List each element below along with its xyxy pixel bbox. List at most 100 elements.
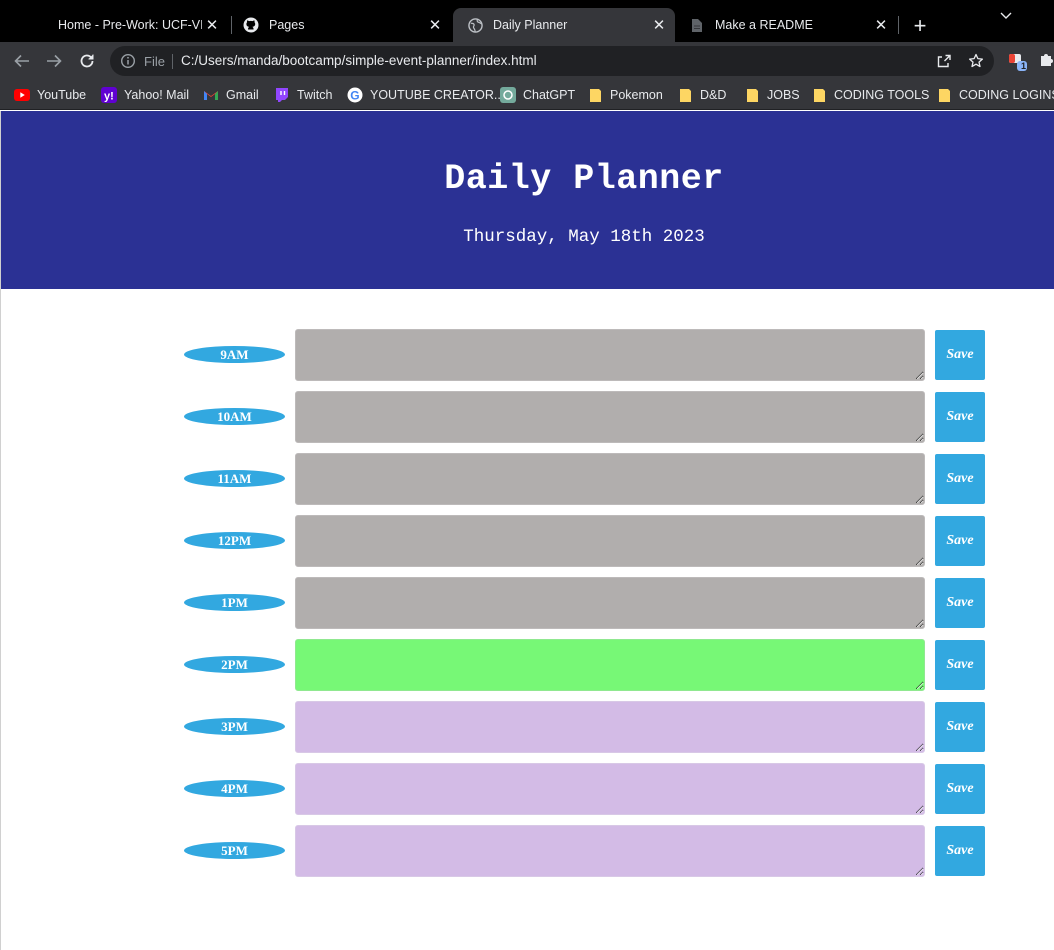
share-icon[interactable] — [936, 53, 952, 69]
twitch-icon — [274, 87, 290, 103]
save-button[interactable]: Save — [935, 392, 985, 442]
tab-daily-planner[interactable]: Daily Planner ✕ — [453, 8, 675, 42]
folder-icon — [744, 87, 760, 103]
chevron-down-icon[interactable] — [994, 6, 1018, 26]
bookmark-yahoo-mail[interactable]: y! Yahoo! Mail — [101, 85, 189, 105]
bookmark-label: D&D — [700, 88, 727, 102]
svg-text:G: G — [350, 89, 359, 103]
bookmark-folder-dnd[interactable]: D&D — [677, 85, 726, 105]
event-description-input[interactable] — [295, 577, 925, 629]
event-description-input[interactable] — [295, 825, 925, 877]
save-button[interactable]: Save — [935, 516, 985, 566]
bookmark-folder-coding-tools[interactable]: CODING TOOLS — [811, 85, 929, 105]
save-button[interactable]: Save — [935, 330, 985, 380]
url-text[interactable]: C:/Users/manda/bootcamp/simple-event-pla… — [181, 53, 537, 68]
save-button[interactable]: Save — [935, 640, 985, 690]
bookmarks-bar: YouTube y! Yahoo! Mail Gmail Twitch G YO… — [0, 80, 1054, 110]
event-description-input[interactable] — [295, 701, 925, 753]
bookmark-label: Yahoo! Mail — [124, 88, 190, 102]
star-icon[interactable] — [968, 53, 984, 69]
address-bar[interactable]: File C:/Users/manda/bootcamp/simple-even… — [110, 46, 994, 76]
time-block-2pm: 2PM Save — [1, 639, 1054, 691]
hour-label: 2PM — [184, 656, 285, 673]
bookmark-twitch[interactable]: Twitch — [274, 85, 332, 105]
forward-arrow-icon[interactable] — [42, 49, 66, 73]
youtube-icon — [14, 87, 30, 103]
planner-header: Daily Planner Thursday, May 18th 2023 — [1, 111, 1054, 289]
event-description-input[interactable] — [295, 639, 925, 691]
bookmark-label: Pokemon — [610, 88, 663, 102]
hour-label: 11AM — [184, 470, 285, 487]
browser-toolbar: File C:/Users/manda/bootcamp/simple-even… — [0, 42, 1054, 80]
hour-label: 12PM — [184, 532, 285, 549]
event-description-input[interactable] — [295, 453, 925, 505]
browser-tab-strip: Home - Pre-Work: UCF-VIRT-F ✕ Pages ✕ Da… — [0, 0, 1054, 42]
bookmark-gmail[interactable]: Gmail — [203, 85, 259, 105]
close-icon[interactable]: ✕ — [871, 15, 891, 35]
chatgpt-icon — [500, 87, 516, 103]
tab-divider — [898, 16, 899, 34]
time-block-5pm: 5PM Save — [1, 825, 1054, 877]
back-arrow-icon[interactable] — [10, 49, 34, 73]
save-button[interactable]: Save — [935, 826, 985, 876]
globe-icon — [467, 17, 483, 33]
folder-icon — [587, 87, 603, 103]
bookmark-chatgpt[interactable]: ChatGPT — [500, 85, 575, 105]
tab-pages[interactable]: Pages ✕ — [229, 8, 451, 42]
extension-badge: 1 — [1020, 61, 1026, 71]
bookmark-label: Twitch — [297, 88, 333, 102]
gmail-icon — [203, 87, 219, 103]
bookmark-youtube-creator[interactable]: G YOUTUBE CREATOR... — [347, 85, 504, 105]
time-block-10am: 10AM Save — [1, 391, 1054, 443]
hour-label: 4PM — [184, 780, 285, 797]
current-date: Thursday, May 18th 2023 — [463, 227, 705, 247]
time-block-4pm: 4PM Save — [1, 763, 1054, 815]
save-button[interactable]: Save — [935, 702, 985, 752]
scheme-label: File — [144, 54, 165, 69]
extension-icon[interactable]: 1 — [1006, 50, 1028, 72]
hour-label: 5PM — [184, 842, 285, 859]
bookmark-label: CODING TOOLS — [834, 88, 930, 102]
time-block-3pm: 3PM Save — [1, 701, 1054, 753]
bookmark-folder-pokemon[interactable]: Pokemon — [587, 85, 663, 105]
tab-title: Make a README — [715, 18, 813, 32]
hour-label: 3PM — [184, 718, 285, 735]
save-button[interactable]: Save — [935, 578, 985, 628]
tab-home-pre-work[interactable]: Home - Pre-Work: UCF-VIRT-F ✕ — [18, 8, 228, 42]
time-block-1pm: 1PM Save — [1, 577, 1054, 629]
hour-label: 9AM — [184, 346, 285, 363]
close-icon[interactable]: ✕ — [202, 15, 222, 35]
document-icon — [689, 17, 705, 33]
new-tab-icon[interactable]: + — [906, 12, 934, 40]
canvas-icon — [32, 17, 48, 33]
hour-label: 1PM — [184, 594, 285, 611]
time-block-11am: 11AM Save — [1, 453, 1054, 505]
info-icon[interactable] — [120, 53, 136, 69]
bookmark-label: JOBS — [767, 88, 800, 102]
tab-title: Home - Pre-Work: UCF-VIRT-F — [58, 18, 202, 32]
bookmark-label: Gmail — [226, 88, 259, 102]
close-icon[interactable]: ✕ — [649, 15, 669, 35]
bookmark-label: YouTube — [37, 88, 87, 102]
github-icon — [243, 17, 259, 33]
save-button[interactable]: Save — [935, 764, 985, 814]
event-description-input[interactable] — [295, 763, 925, 815]
bookmark-youtube[interactable]: YouTube — [14, 85, 86, 105]
time-block-12pm: 12PM Save — [1, 515, 1054, 567]
tab-make-a-readme[interactable]: Make a README ✕ — [675, 8, 897, 42]
save-button[interactable]: Save — [935, 454, 985, 504]
address-divider — [172, 54, 173, 69]
event-description-input[interactable] — [295, 329, 925, 381]
puzzle-icon[interactable] — [1038, 50, 1054, 72]
bookmark-label: ChatGPT — [523, 88, 576, 102]
google-icon: G — [347, 87, 363, 103]
event-description-input[interactable] — [295, 391, 925, 443]
event-description-input[interactable] — [295, 515, 925, 567]
reload-icon[interactable] — [75, 49, 99, 73]
yahoo-icon: y! — [101, 87, 117, 103]
bookmark-folder-jobs[interactable]: JOBS — [744, 85, 800, 105]
bookmark-folder-coding-logins[interactable]: CODING LOGINS — [936, 85, 1054, 105]
tab-title: Pages — [269, 18, 305, 32]
page-viewport: Daily Planner Thursday, May 18th 2023 9A… — [0, 111, 1054, 950]
close-icon[interactable]: ✕ — [425, 15, 445, 35]
